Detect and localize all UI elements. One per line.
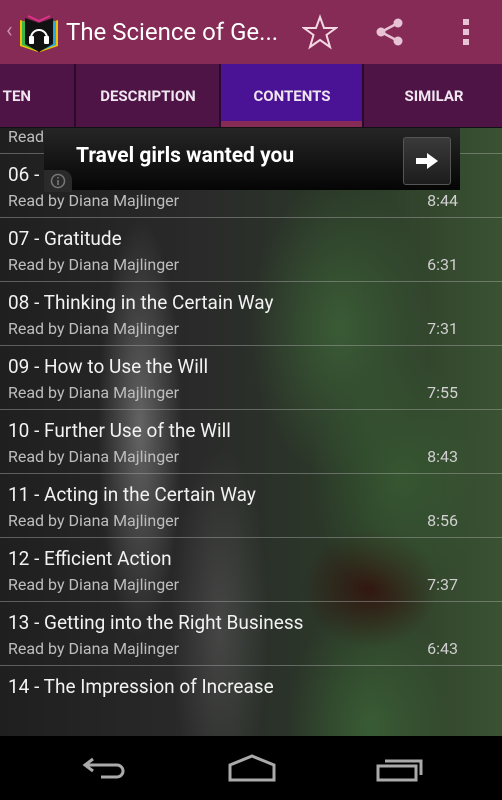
- chapter-row[interactable]: 13 - Getting into the Right Business Rea…: [0, 602, 502, 666]
- chapter-row[interactable]: 14 - The Impression of Increase: [0, 666, 502, 730]
- chapter-duration: 6:31: [427, 255, 458, 274]
- chapter-title: 13 - Getting into the Right Business: [8, 611, 304, 634]
- info-icon: [50, 173, 66, 189]
- book-title: The Science of Ge...: [66, 18, 279, 46]
- action-bar: ‹ The Science of Ge...: [0, 0, 502, 64]
- chapter-title: 11 - Acting in the Certain Way: [8, 483, 256, 506]
- chapter-row[interactable]: 11 - Acting in the Certain Way Read by D…: [0, 474, 502, 538]
- chapter-title: 14 - The Impression of Increase: [8, 675, 274, 698]
- ad-info-button[interactable]: [44, 170, 72, 192]
- tab-label: CONTENTS: [253, 86, 331, 105]
- chapter-duration: 7:37: [427, 575, 458, 594]
- chapter-reader: Read by Diana Majlinger: [8, 511, 180, 530]
- chapter-duration: 8:43: [427, 447, 458, 466]
- chapter-duration: 8:56: [427, 511, 458, 530]
- recent-apps-button[interactable]: [370, 750, 430, 786]
- overflow-menu-icon[interactable]: [448, 14, 484, 50]
- tab-label: SIMILAR: [404, 86, 464, 105]
- chapter-reader: Read by Diana Majlinger: [8, 575, 180, 594]
- app-logo-icon[interactable]: [18, 14, 60, 54]
- tab-contents[interactable]: CONTENTS: [219, 64, 363, 127]
- tab-bar: TEN DESCRIPTION CONTENTS SIMILAR: [0, 64, 502, 127]
- ad-text: Travel girls wanted you: [76, 144, 295, 168]
- chapter-reader: Read by Diana Majlinger: [8, 319, 180, 338]
- chapter-row[interactable]: 09 - How to Use the Will Read by Diana M…: [0, 346, 502, 410]
- chapter-title: 07 - Gratitude: [8, 227, 122, 250]
- tab-description[interactable]: DESCRIPTION: [74, 64, 220, 127]
- chapter-row[interactable]: 12 - Efficient Action Read by Diana Majl…: [0, 538, 502, 602]
- chapter-reader: Read by Diana Majlinger: [8, 639, 180, 658]
- arrow-right-icon: [416, 153, 438, 169]
- tab-listen[interactable]: TEN: [0, 64, 75, 127]
- chapter-duration: 7:31: [427, 319, 458, 338]
- ad-banner[interactable]: Travel girls wanted you: [44, 128, 460, 190]
- chapter-reader: Read by Diana Majlinger: [8, 255, 180, 274]
- chapter-title: 09 - How to Use the Will: [8, 355, 209, 378]
- chapter-reader: Read by Diana Majlinger: [8, 383, 180, 402]
- share-icon[interactable]: [372, 14, 408, 50]
- chapter-row[interactable]: 07 - Gratitude Read by Diana Majlinger 6…: [0, 218, 502, 282]
- chapter-list[interactable]: 05 - ... Read by Diana Majlinger 9:42 06…: [0, 128, 502, 736]
- up-caret-icon[interactable]: ‹: [6, 18, 13, 43]
- tab-label: DESCRIPTION: [100, 86, 196, 105]
- home-icon: [228, 754, 276, 782]
- back-icon: [82, 757, 125, 779]
- chapter-duration: 8:44: [427, 191, 458, 210]
- chapter-reader: Read by Diana Majlinger: [8, 191, 180, 210]
- chapter-title: 08 - Thinking in the Certain Way: [8, 291, 274, 314]
- recent-apps-icon: [376, 759, 423, 782]
- star-icon[interactable]: [302, 14, 338, 50]
- chapter-row[interactable]: 10 - Further Use of the Will Read by Dia…: [0, 410, 502, 474]
- chapter-duration: 6:43: [427, 639, 458, 658]
- chapter-row[interactable]: 08 - Thinking in the Certain Way Read by…: [0, 282, 502, 346]
- chapter-reader: Read by Diana Majlinger: [8, 447, 180, 466]
- chapter-title: 10 - Further Use of the Will: [8, 419, 231, 442]
- home-button[interactable]: [222, 750, 282, 786]
- back-button[interactable]: [76, 750, 136, 786]
- system-nav-bar: [0, 736, 502, 800]
- ad-open-button[interactable]: [403, 137, 451, 185]
- tab-similar[interactable]: SIMILAR: [362, 64, 502, 127]
- chapter-duration: 7:55: [427, 383, 458, 402]
- tab-label: TEN: [2, 86, 31, 105]
- chapter-title: 12 - Efficient Action: [8, 547, 172, 570]
